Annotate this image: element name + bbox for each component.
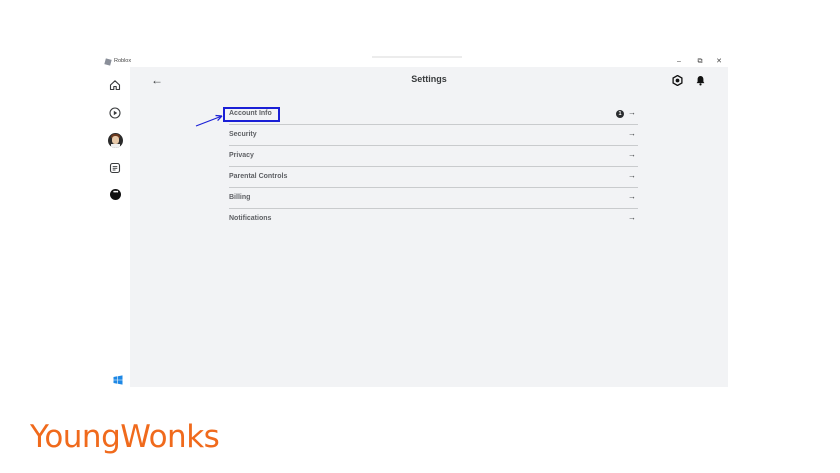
play-icon[interactable] — [109, 107, 121, 119]
annotation-arrow-icon — [195, 112, 225, 128]
settings-item-label: Security — [229, 131, 257, 138]
chat-icon[interactable] — [109, 162, 121, 174]
title-bar[interactable]: Roblox – ⧉ ✕ — [100, 56, 728, 67]
avatar[interactable] — [108, 133, 123, 148]
settings-list: Account Info 1 → Security → Privacy → Pa… — [229, 104, 638, 229]
notification-bell-icon[interactable] — [695, 73, 706, 86]
home-icon[interactable] — [109, 79, 121, 91]
settings-item-security[interactable]: Security → — [229, 125, 638, 146]
settings-item-label: Billing — [229, 194, 251, 201]
settings-item-privacy[interactable]: Privacy → — [229, 146, 638, 167]
maximize-button[interactable]: ⧉ — [693, 56, 707, 67]
settings-item-label: Notifications — [229, 215, 272, 222]
chevron-right-icon: → — [628, 108, 636, 117]
window-title: Roblox — [114, 58, 132, 64]
sidebar: ••• — [100, 67, 130, 387]
settings-item-billing[interactable]: Billing → — [229, 188, 638, 209]
windows-logo-icon — [113, 375, 125, 387]
notification-badge: 1 — [616, 110, 624, 118]
youngwonks-logo: YoungWonks — [30, 419, 220, 455]
close-button[interactable]: ✕ — [712, 56, 726, 67]
roblox-window: Roblox – ⧉ ✕ ••• ← Settings Account Info… — [100, 56, 728, 387]
settings-item-label: Privacy — [229, 152, 254, 159]
settings-item-parental-controls[interactable]: Parental Controls → — [229, 167, 638, 188]
minimize-button[interactable]: – — [672, 56, 686, 67]
chevron-right-icon: → — [628, 171, 636, 180]
chevron-right-icon: → — [628, 192, 636, 201]
page-title: Settings — [411, 74, 447, 84]
more-icon[interactable]: ••• — [110, 189, 121, 200]
drag-handle[interactable] — [372, 56, 462, 58]
chevron-right-icon: → — [628, 129, 636, 138]
settings-item-notifications[interactable]: Notifications → — [229, 209, 638, 229]
settings-item-account-info[interactable]: Account Info 1 → — [229, 104, 638, 125]
roblox-logo-icon — [104, 58, 112, 66]
annotation-highlight-box — [223, 107, 280, 122]
robux-icon[interactable] — [672, 73, 683, 87]
chevron-right-icon: → — [628, 213, 636, 222]
settings-item-label: Parental Controls — [229, 173, 288, 180]
chevron-right-icon: → — [628, 150, 636, 159]
